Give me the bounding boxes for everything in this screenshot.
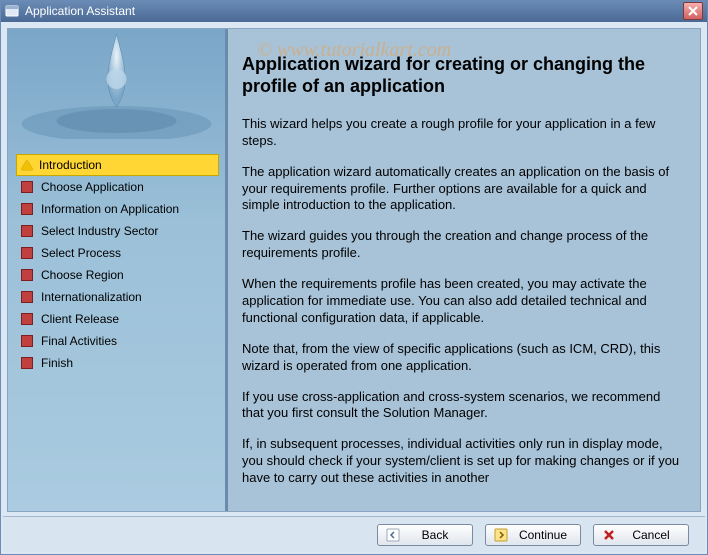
application-assistant-window: Application Assistant © www.tutorialkart…: [0, 0, 708, 555]
back-button[interactable]: Back: [377, 524, 473, 546]
step-marker-icon: [21, 225, 33, 237]
body-paragraph: When the requirements profile has been c…: [242, 276, 680, 327]
window-title: Application Assistant: [25, 4, 683, 18]
wizard-step-item[interactable]: Select Process: [16, 242, 219, 264]
wizard-step-label: Internationalization: [41, 290, 142, 304]
wizard-step-item[interactable]: Choose Application: [16, 176, 219, 198]
client-area: © www.tutorialkart.com: [1, 22, 707, 554]
warning-icon: [21, 160, 33, 170]
wizard-step-label: Finish: [41, 356, 73, 370]
wizard-step-item[interactable]: Internationalization: [16, 286, 219, 308]
button-bar: Back Continue Cancel: [3, 516, 705, 552]
water-droplet-graphic: [8, 29, 225, 139]
window-icon: [5, 4, 19, 18]
body-paragraph: If you use cross-application and cross-s…: [242, 389, 680, 423]
wizard-sidebar: Introduction Choose Application Informatio…: [8, 29, 226, 511]
wizard-step-item[interactable]: Client Release: [16, 308, 219, 330]
wizard-step-label: Introduction: [39, 158, 102, 172]
wizard-step-label: Final Activities: [41, 334, 117, 348]
wizard-step-label: Choose Application: [41, 180, 144, 194]
wizard-step-item[interactable]: Information on Application: [16, 198, 219, 220]
back-icon: [386, 528, 400, 542]
wizard-step-item[interactable]: Finish: [16, 352, 219, 374]
wizard-step-item[interactable]: Introduction: [16, 154, 219, 176]
step-marker-icon: [21, 291, 33, 303]
continue-button[interactable]: Continue: [485, 524, 581, 546]
continue-label: Continue: [514, 528, 572, 542]
cancel-label: Cancel: [622, 528, 680, 542]
step-marker-icon: [21, 269, 33, 281]
wizard-step-label: Select Industry Sector: [41, 224, 158, 238]
step-marker-icon: [21, 313, 33, 325]
wizard-step-label: Information on Application: [41, 202, 179, 216]
content-pane: © www.tutorialkart.com: [7, 28, 701, 512]
body-paragraph: This wizard helps you create a rough pro…: [242, 116, 680, 150]
step-marker-icon: [21, 357, 33, 369]
titlebar: Application Assistant: [1, 1, 707, 22]
page-heading: Application wizard for creating or chang…: [242, 53, 680, 98]
wizard-step-item[interactable]: Select Industry Sector: [16, 220, 219, 242]
body-paragraph: The application wizard automatically cre…: [242, 164, 680, 215]
step-marker-icon: [21, 181, 33, 193]
cancel-button[interactable]: Cancel: [593, 524, 689, 546]
step-marker-icon: [21, 335, 33, 347]
wizard-content[interactable]: Application wizard for creating or chang…: [226, 29, 700, 511]
page-body: This wizard helps you create a rough pro…: [242, 116, 680, 487]
wizard-step-label: Choose Region: [41, 268, 124, 282]
body-paragraph: The wizard guides you through the creati…: [242, 228, 680, 262]
wizard-steps-nav: Introduction Choose Application Informatio…: [16, 154, 219, 374]
body-paragraph: Note that, from the view of specific app…: [242, 341, 680, 375]
wizard-step-item[interactable]: Choose Region: [16, 264, 219, 286]
wizard-step-item[interactable]: Final Activities: [16, 330, 219, 352]
back-label: Back: [406, 528, 464, 542]
wizard-step-label: Select Process: [41, 246, 121, 260]
body-paragraph: If, in subsequent processes, individual …: [242, 436, 680, 487]
step-marker-icon: [21, 203, 33, 215]
window-close-button[interactable]: [683, 2, 703, 20]
step-marker-icon: [21, 247, 33, 259]
cancel-icon: [602, 528, 616, 542]
continue-icon: [494, 528, 508, 542]
wizard-step-label: Client Release: [41, 312, 119, 326]
